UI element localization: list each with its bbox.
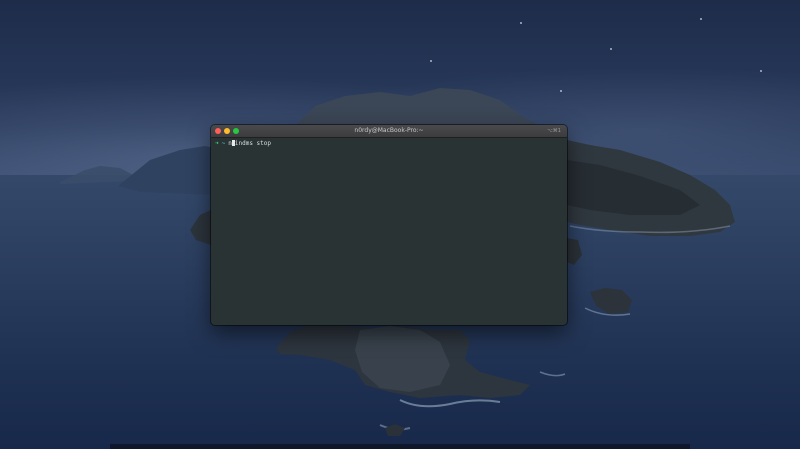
command-line[interactable]: ➜ ~ n indms stop	[215, 140, 563, 148]
window-shortcut: ⌥⌘1	[547, 128, 561, 134]
command-text-after-cursor[interactable]: indms stop	[235, 140, 271, 147]
terminal-titlebar[interactable]: n0rdy@MacBook-Pro:~ ⌥⌘1	[211, 125, 567, 138]
window-title: n0rdy@MacBook-Pro:~	[354, 127, 424, 134]
terminal-body[interactable]: ➜ ~ n indms stop	[211, 138, 567, 325]
prompt-arrow: ➜	[215, 140, 219, 147]
prompt-directory: ~	[221, 140, 226, 147]
dock-shadow	[110, 444, 690, 449]
desktop: n0rdy@MacBook-Pro:~ ⌥⌘1 ➜ ~ n indms stop	[0, 0, 800, 449]
terminal-window[interactable]: n0rdy@MacBook-Pro:~ ⌥⌘1 ➜ ~ n indms stop	[211, 125, 567, 325]
